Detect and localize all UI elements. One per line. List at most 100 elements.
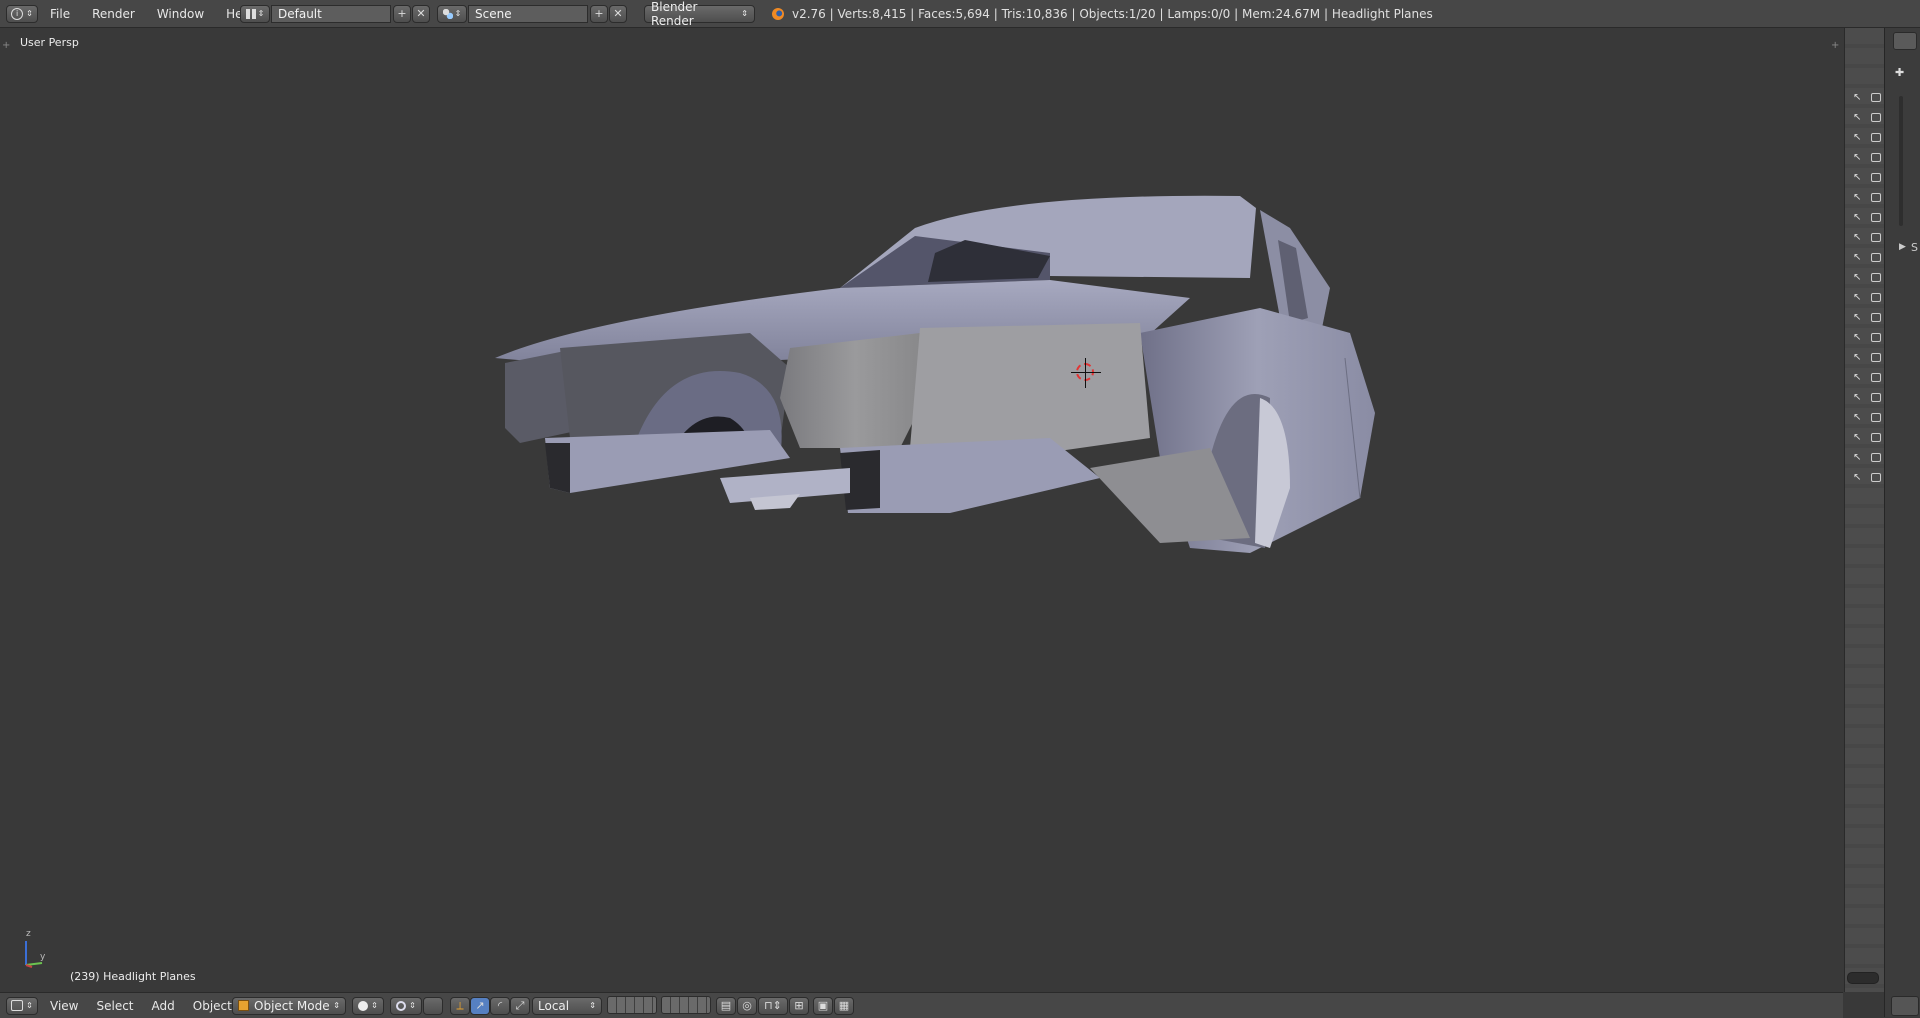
car-mesh[interactable] <box>490 158 1390 568</box>
restrict-render-icon[interactable] <box>1871 313 1881 322</box>
translate-manipulator-button[interactable]: ↗ <box>470 996 490 1015</box>
manipulator-toggle-button[interactable]: ⟂ <box>450 996 470 1015</box>
info-icon: i <box>11 7 24 20</box>
transform-orientation-dropdown[interactable]: Local ⇕ <box>532 996 602 1015</box>
properties-editor-button[interactable] <box>1893 32 1917 50</box>
chevron-updown-icon: ⇕ <box>26 9 33 18</box>
restrict-render-icon[interactable] <box>1871 113 1881 122</box>
restrict-render-icon[interactable] <box>1871 253 1881 262</box>
menu-view[interactable]: View <box>44 999 84 1013</box>
restrict-render-icon[interactable] <box>1871 413 1881 422</box>
restrict-select-icon[interactable]: ↖ <box>1853 172 1865 184</box>
restrict-render-icon[interactable] <box>1871 153 1881 162</box>
editor-type-selector[interactable]: i ⇕ <box>6 0 38 27</box>
restrict-render-icon[interactable] <box>1871 393 1881 402</box>
restrict-select-icon[interactable]: ↖ <box>1853 292 1865 304</box>
delete-scene-button[interactable]: ✕ <box>609 4 627 23</box>
add-layout-button[interactable]: + <box>393 4 411 23</box>
restrict-render-icon[interactable] <box>1871 273 1881 282</box>
proportional-edit-button[interactable]: ◎ <box>737 996 757 1015</box>
arrow-icon: ↗ <box>475 999 485 1012</box>
menu-object[interactable]: Object <box>187 999 238 1013</box>
blender-logo-icon <box>772 7 784 20</box>
chevron-updown-icon: ⇕ <box>371 1001 378 1010</box>
snap-target-button[interactable]: ⊞ <box>789 996 809 1015</box>
add-scene-button[interactable]: + <box>590 4 608 23</box>
restrict-select-icon[interactable]: ↖ <box>1853 152 1865 164</box>
manipulate-center-button[interactable] <box>423 996 443 1015</box>
3d-view-header: ⇕ View Select Add Object Object Mode ⇕ ⇕… <box>0 992 1843 1018</box>
menu-file[interactable]: File <box>44 7 76 21</box>
delete-layout-button[interactable]: ✕ <box>412 4 430 23</box>
restrict-select-icon[interactable]: ↖ <box>1853 452 1865 464</box>
restrict-render-icon[interactable] <box>1871 373 1881 382</box>
opengl-animation-button[interactable]: ▦ <box>834 996 854 1015</box>
menu-window[interactable]: Window <box>151 7 210 21</box>
3d-cursor[interactable] <box>1071 358 1101 388</box>
panel-label-fragment: S <box>1911 241 1918 254</box>
menu-render[interactable]: Render <box>86 7 141 21</box>
close-icon: ✕ <box>613 7 623 20</box>
scene-field[interactable]: Scene <box>468 4 588 23</box>
restrict-select-icon[interactable]: ↖ <box>1853 212 1865 224</box>
chevron-updown-icon: ⇕ <box>741 9 748 18</box>
scene-layers-group-2[interactable] <box>661 996 711 1014</box>
render-engine-dropdown[interactable]: Blender Render ⇕ <box>644 0 755 28</box>
screen-layout-browse-button[interactable]: ⇕ <box>240 4 270 23</box>
restrict-select-icon[interactable]: ↖ <box>1853 432 1865 444</box>
scale-manipulator-button[interactable]: ⤢ <box>510 996 530 1015</box>
restrict-select-icon[interactable]: ↖ <box>1853 92 1865 104</box>
proportional-icon: ◎ <box>742 999 752 1012</box>
restrict-render-icon[interactable] <box>1871 173 1881 182</box>
menu-add[interactable]: Add <box>146 999 181 1013</box>
interaction-mode-label: Object Mode <box>254 998 330 1013</box>
restrict-select-icon[interactable]: ↖ <box>1853 332 1865 344</box>
opengl-render-button[interactable]: ▣ <box>813 996 833 1015</box>
scene-layers-group-1[interactable] <box>607 996 657 1014</box>
menu-select[interactable]: Select <box>90 999 139 1013</box>
scale-icon: ⤢ <box>515 998 525 1012</box>
outliner-scroll-area[interactable] <box>1847 972 1879 984</box>
restrict-select-icon[interactable]: ↖ <box>1853 472 1865 484</box>
restrict-render-icon[interactable] <box>1871 133 1881 142</box>
interaction-mode-dropdown[interactable]: Object Mode ⇕ <box>232 996 346 1015</box>
rotate-manipulator-button[interactable]: ◜ <box>490 996 510 1015</box>
restrict-select-icon[interactable]: ↖ <box>1853 372 1865 384</box>
restrict-select-icon[interactable]: ↖ <box>1853 352 1865 364</box>
restrict-render-icon[interactable] <box>1871 333 1881 342</box>
screen-layout-field[interactable]: Default <box>271 4 391 23</box>
restrict-render-icon[interactable] <box>1871 433 1881 442</box>
chevron-right-icon[interactable]: ▶ <box>1899 242 1906 252</box>
zoom-slider[interactable] <box>1899 96 1903 226</box>
restrict-render-icon[interactable] <box>1871 353 1881 362</box>
restrict-select-icon[interactable]: ↖ <box>1853 232 1865 244</box>
snap-element-dropdown[interactable]: ⊓⇕ <box>758 996 788 1015</box>
restrict-select-icon[interactable]: ↖ <box>1853 192 1865 204</box>
restrict-render-icon[interactable] <box>1871 233 1881 242</box>
scene-browse-button[interactable]: ⇕ <box>437 4 467 23</box>
3d-viewport[interactable]: User Persp + + z y (239) Headlight Plane… <box>0 28 1843 992</box>
region-toggle-right-icon: + <box>1831 40 1840 51</box>
viewport-shading-dropdown[interactable]: ⇕ <box>352 996 384 1015</box>
restrict-render-icon[interactable] <box>1871 213 1881 222</box>
panel-menu-button[interactable] <box>1891 996 1919 1016</box>
pivot-icon <box>396 1000 407 1011</box>
restrict-select-icon[interactable]: ↖ <box>1853 272 1865 284</box>
restrict-select-icon[interactable]: ↖ <box>1853 392 1865 404</box>
restrict-render-icon[interactable] <box>1871 293 1881 302</box>
editor-type-3d-selector[interactable]: ⇕ <box>6 996 38 1015</box>
pivot-point-dropdown[interactable]: ⇕ <box>390 996 422 1015</box>
lock-layers-button[interactable]: ▤ <box>716 996 736 1015</box>
restrict-select-icon[interactable]: ↖ <box>1853 412 1865 424</box>
restrict-render-icon[interactable] <box>1871 453 1881 462</box>
restrict-select-icon[interactable]: ↖ <box>1853 252 1865 264</box>
restrict-select-icon[interactable]: ↖ <box>1853 112 1865 124</box>
restrict-select-icon[interactable]: ↖ <box>1853 132 1865 144</box>
restrict-render-icon[interactable] <box>1871 193 1881 202</box>
pin-icon[interactable]: ✚ <box>1895 66 1904 79</box>
restrict-render-icon[interactable] <box>1871 93 1881 102</box>
chevron-updown-icon: ⇕ <box>257 9 265 18</box>
chevron-updown-icon: ⇕ <box>454 9 462 18</box>
restrict-select-icon[interactable]: ↖ <box>1853 312 1865 324</box>
restrict-render-icon[interactable] <box>1871 473 1881 482</box>
